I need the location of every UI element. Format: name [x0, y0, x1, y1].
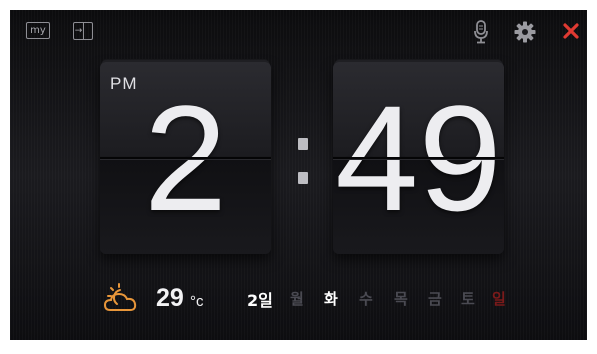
card-fold-line	[333, 157, 504, 160]
split-screen-icon[interactable]: →	[73, 22, 93, 40]
weekday-thu: 목	[394, 290, 408, 308]
close-icon[interactable]	[562, 22, 580, 40]
my-label: my	[30, 25, 46, 36]
separator-dot-bottom	[298, 172, 308, 184]
weekday-mon: 월	[290, 290, 304, 308]
weather-date-bar: 29 °c 2일 월 화 수 목 금 토 일	[10, 276, 587, 324]
card-fold-line	[100, 157, 271, 160]
temperature-value: 29	[156, 284, 184, 312]
minutes-flip-card: 49	[333, 62, 504, 254]
split-arrow: →	[74, 26, 83, 36]
top-toolbar: my →	[10, 10, 587, 54]
cloudy-sun-icon	[103, 282, 143, 314]
weekday-tue: 화	[324, 290, 338, 308]
my-menu-icon[interactable]: my	[26, 22, 50, 39]
clock-screen: my → PM 2 49 29 °c 2일 월 화 수 목 금 토 일	[10, 10, 587, 340]
microphone-icon[interactable]	[473, 20, 489, 44]
weekday-wed: 수	[359, 290, 373, 308]
split-divider	[83, 23, 84, 39]
separator-dot-top	[298, 138, 308, 150]
gear-icon[interactable]	[514, 21, 536, 43]
time-separator	[296, 138, 310, 188]
date-day: 2일	[247, 291, 273, 310]
weekday-fri: 금	[428, 290, 442, 308]
hours-flip-card: PM 2	[100, 62, 271, 254]
weekday-sat: 토	[461, 290, 475, 308]
weekday-sun: 일	[492, 290, 506, 308]
temperature-unit: °c	[190, 293, 204, 310]
